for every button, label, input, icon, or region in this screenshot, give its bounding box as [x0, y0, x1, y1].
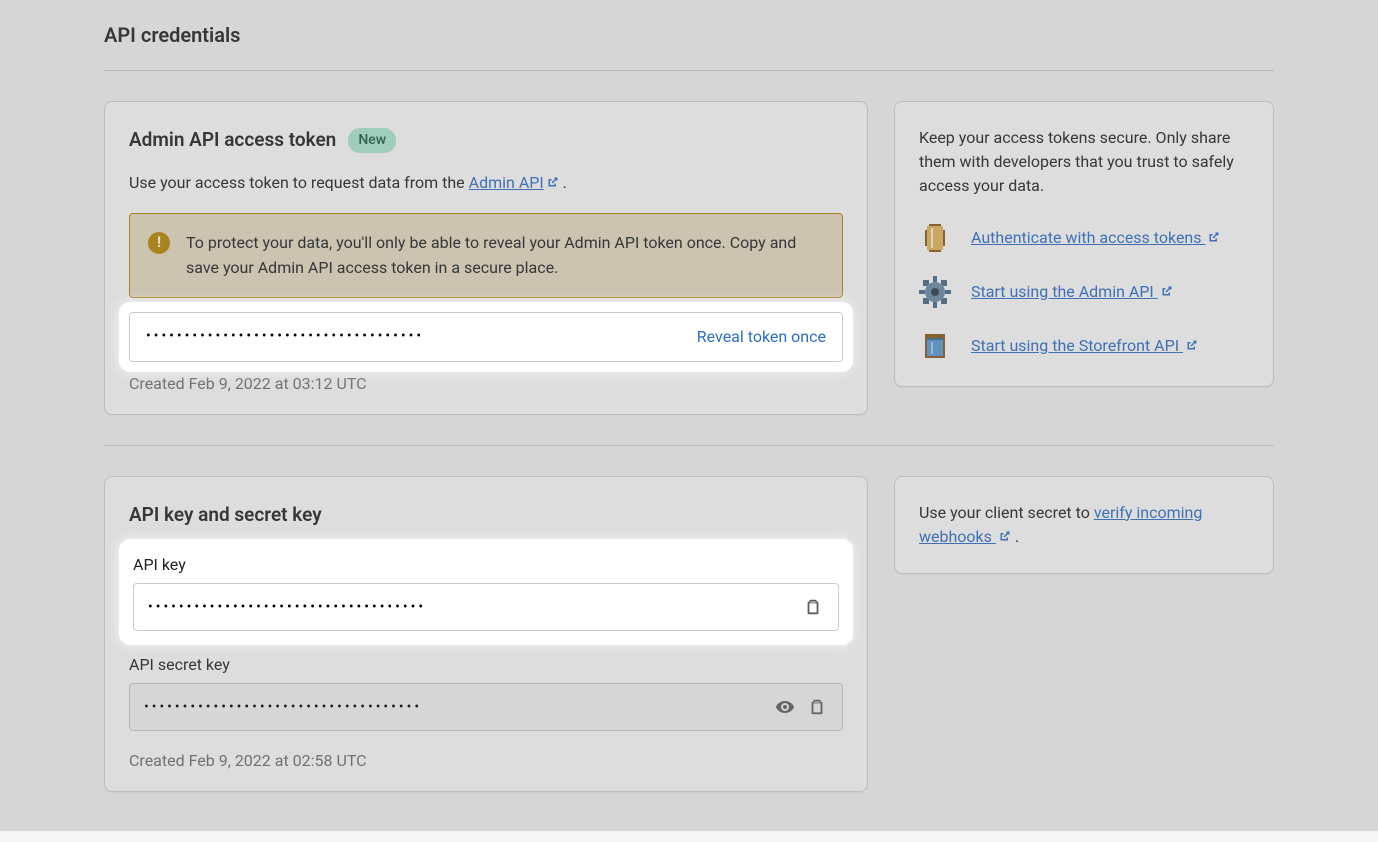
side-description: Keep your access tokens secure. Only sha…: [919, 126, 1249, 198]
api-secret-field-block: API secret key •••••••••••••••••••••••••…: [129, 653, 843, 731]
api-key-side-card: Use your client secret to verify incomin…: [894, 476, 1274, 574]
side-link-row-2: Start using the Admin API: [919, 276, 1249, 308]
auth-tokens-link-text: Authenticate with access tokens: [971, 228, 1202, 247]
external-link-icon: [547, 176, 559, 188]
webhook-prefix: Use your client secret to: [919, 503, 1094, 522]
token-highlight: •••••••••••••••••••••••••••••••••••• Rev…: [127, 310, 845, 364]
reveal-token-button[interactable]: Reveal token once: [697, 325, 826, 349]
api-key-field-block: API key ••••••••••••••••••••••••••••••••…: [129, 547, 843, 637]
token-field: •••••••••••••••••••••••••••••••••••• Rev…: [129, 312, 843, 362]
api-key-masked-value: ••••••••••••••••••••••••••••••••••••: [148, 597, 792, 618]
desc-prefix: Use your access token to request data fr…: [129, 173, 469, 192]
webhook-suffix: .: [1011, 527, 1019, 546]
api-key-heading: API key and secret key: [129, 501, 843, 530]
access-token-heading: Admin API access token: [129, 126, 336, 155]
gear-icon: [919, 276, 951, 308]
token-created-text: Created Feb 9, 2022 at 03:12 UTC: [129, 372, 843, 396]
api-key-card: API key and secret key API key •••••••••…: [104, 476, 868, 793]
desc-suffix: .: [559, 173, 567, 192]
admin-api-start-link-text: Start using the Admin API: [971, 282, 1154, 301]
admin-api-start-link[interactable]: Start using the Admin API: [971, 280, 1173, 304]
api-secret-masked-value: ••••••••••••••••••••••••••••••••••••: [144, 697, 764, 718]
access-token-card: Admin API access token New Use your acce…: [104, 101, 868, 415]
side-link-row-1: Authenticate with access tokens: [919, 222, 1249, 254]
external-link-icon: [1186, 339, 1198, 351]
warning-icon: !: [148, 232, 170, 254]
api-key-created-text: Created Feb 9, 2022 at 02:58 UTC: [129, 749, 843, 773]
clipboard-icon: [808, 698, 826, 716]
side-link-row-3: Start using the Storefront API: [919, 330, 1249, 362]
page-title: API credentials: [104, 20, 1274, 70]
token-masked-value: ••••••••••••••••••••••••••••••••••••: [146, 326, 424, 347]
clipboard-icon: [804, 598, 822, 616]
storefront-api-link[interactable]: Start using the Storefront API: [971, 334, 1198, 358]
storefront-api-link-text: Start using the Storefront API: [971, 336, 1179, 355]
api-key-input[interactable]: ••••••••••••••••••••••••••••••••••••: [133, 583, 839, 631]
external-link-icon: [999, 530, 1011, 542]
api-key-section: API key and secret key API key •••••••••…: [104, 476, 1274, 793]
copy-button[interactable]: [802, 596, 824, 618]
external-link-icon: [1208, 231, 1220, 243]
access-token-description: Use your access token to request data fr…: [129, 171, 843, 195]
divider: [104, 70, 1274, 71]
new-badge: New: [348, 128, 396, 153]
coin-icon: [919, 222, 951, 254]
webhook-description: Use your client secret to verify incomin…: [919, 501, 1249, 549]
copy-button[interactable]: [806, 696, 828, 718]
eye-icon: [775, 697, 795, 717]
external-link-icon: [1161, 285, 1173, 297]
warning-text: To protect your data, you'll only be abl…: [186, 230, 824, 281]
access-token-side-card: Keep your access tokens secure. Only sha…: [894, 101, 1274, 387]
bucket-icon: [919, 330, 951, 362]
reveal-button[interactable]: [774, 696, 796, 718]
warning-alert: ! To protect your data, you'll only be a…: [129, 213, 843, 298]
api-secret-input[interactable]: ••••••••••••••••••••••••••••••••••••: [129, 683, 843, 731]
admin-api-link[interactable]: Admin API: [469, 173, 559, 192]
admin-api-link-text: Admin API: [469, 173, 544, 192]
api-key-label: API key: [133, 553, 839, 577]
access-token-section: Admin API access token New Use your acce…: [104, 101, 1274, 415]
divider: [104, 445, 1274, 446]
api-secret-label: API secret key: [129, 653, 843, 677]
auth-tokens-link[interactable]: Authenticate with access tokens: [971, 226, 1220, 250]
